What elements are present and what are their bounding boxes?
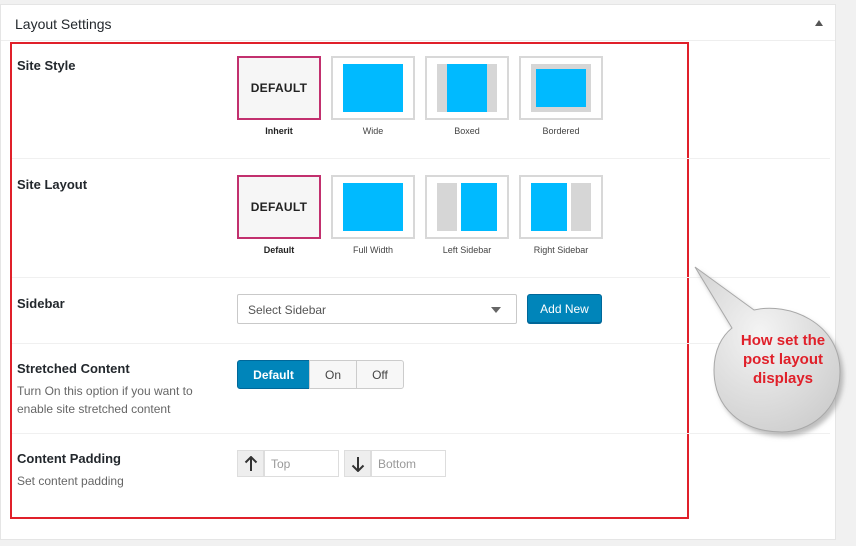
sidebar-label: Sidebar bbox=[17, 296, 65, 311]
site-layout-option-left-sidebar[interactable] bbox=[425, 175, 509, 239]
site-style-option-inherit[interactable]: DEFAULT bbox=[237, 56, 321, 120]
site-layout-label: Site Layout bbox=[17, 177, 88, 192]
right-sidebar-shape bbox=[571, 183, 591, 231]
site-style-caption-boxed: Boxed bbox=[454, 126, 480, 136]
site-layout-caption-full-width: Full Width bbox=[352, 245, 393, 255]
site-layout-option-right-sidebar[interactable] bbox=[519, 175, 603, 239]
panel-title: Layout Settings bbox=[15, 16, 112, 32]
left-sidebar-content-icon bbox=[461, 183, 497, 231]
row-divider bbox=[12, 158, 830, 159]
panel-header[interactable]: Layout Settings bbox=[1, 5, 835, 41]
chevron-down-icon bbox=[491, 307, 501, 313]
site-style-caption-inherit: Inherit bbox=[265, 126, 293, 136]
site-layout-option-default[interactable]: DEFAULT bbox=[237, 175, 321, 239]
annotation-text: How set the post layout displays bbox=[740, 332, 826, 387]
left-sidebar-shape bbox=[437, 183, 457, 231]
sidebar-select[interactable]: Select Sidebar bbox=[237, 294, 517, 324]
toggle-off[interactable]: Off bbox=[356, 360, 404, 389]
boxed-layout-icon bbox=[447, 64, 487, 112]
site-style-option-boxed[interactable] bbox=[425, 56, 509, 120]
arrow-down-icon bbox=[344, 450, 371, 477]
site-layout-option-full-width[interactable] bbox=[331, 175, 415, 239]
collapse-arrow-icon[interactable] bbox=[815, 20, 823, 26]
site-layout-caption-default: Default bbox=[263, 245, 295, 255]
stretched-content-toggle: Default On Off bbox=[237, 360, 404, 389]
sidebar-select-value: Select Sidebar bbox=[248, 303, 327, 317]
site-style-option-bordered[interactable] bbox=[519, 56, 603, 120]
arrow-up-icon bbox=[237, 450, 264, 477]
site-style-caption-bordered: Bordered bbox=[542, 126, 580, 136]
default-tile-text: DEFAULT bbox=[250, 81, 308, 95]
bordered-layout-icon bbox=[536, 69, 586, 107]
stretched-content-description: Turn On this option if you want to enabl… bbox=[17, 384, 193, 416]
site-layout-caption-left-sidebar: Left Sidebar bbox=[442, 245, 492, 255]
content-padding-description: Set content padding bbox=[17, 474, 124, 488]
site-layout-caption-right-sidebar: Right Sidebar bbox=[533, 245, 589, 255]
padding-top-input[interactable]: Top bbox=[264, 450, 339, 477]
stretched-content-label: Stretched Content bbox=[17, 361, 130, 376]
content-padding-label: Content Padding bbox=[17, 451, 121, 466]
site-style-caption-wide: Wide bbox=[362, 126, 384, 136]
toggle-on[interactable]: On bbox=[309, 360, 357, 389]
default-tile-text: DEFAULT bbox=[250, 200, 308, 214]
right-sidebar-content-icon bbox=[531, 183, 567, 231]
full-width-layout-icon bbox=[343, 183, 403, 231]
site-style-label: Site Style bbox=[17, 58, 76, 73]
site-style-option-wide[interactable] bbox=[331, 56, 415, 120]
padding-bottom-input[interactable]: Bottom bbox=[371, 450, 446, 477]
add-new-button[interactable]: Add New bbox=[527, 294, 602, 323]
toggle-default[interactable]: Default bbox=[237, 360, 310, 389]
wide-layout-icon bbox=[343, 64, 403, 112]
